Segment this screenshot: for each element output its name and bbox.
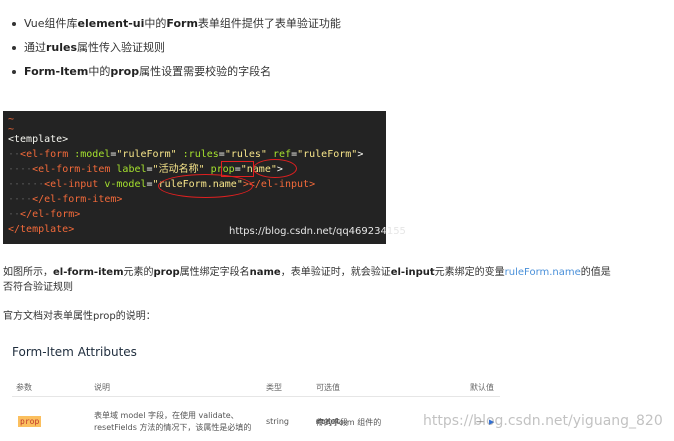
header-type: 类型: [266, 383, 282, 392]
variable-link[interactable]: ruleForm.name: [505, 267, 581, 278]
code-line: ····</el-form-item>: [8, 194, 123, 205]
code-block: ~ ~ <template> ··<el-form :model="ruleFo…: [3, 111, 406, 244]
list-item: Form-Item中的prop属性设置需要校验的字段名: [8, 60, 341, 84]
table-header: 参数 说明 类型 可选值 默认值: [12, 378, 500, 397]
header-param: 参数: [16, 383, 32, 392]
annotation-oval: [158, 174, 253, 198]
attributes-title: Form-Item Attributes: [12, 345, 137, 359]
summary-list: Vue组件库element-ui中的Form表单组件提供了表单验证功能 通过ru…: [8, 12, 341, 84]
annotation-oval: [253, 159, 297, 178]
watermark: https://blog.csdn.net/yiguang_820: [423, 413, 663, 429]
code-line: <template>: [8, 134, 69, 145]
code-line: </template>: [8, 224, 75, 235]
header-desc: 说明: [94, 383, 110, 392]
watermark: https://blog.csdn.net/qq469234155: [229, 226, 406, 237]
desc-cell: 表单域 model 字段，在使用 validate、resetFields 方法…: [94, 411, 252, 432]
code-line: ··</el-form>: [8, 209, 81, 220]
code-line: ··<el-form :model="ruleForm" :rules="rul…: [8, 149, 364, 160]
list-item: 通过rules属性传入验证规则: [8, 36, 341, 60]
explanation-paragraph: 如图所示，el-form-item元素的prop属性绑定字段名name，表单验证…: [3, 267, 611, 293]
type-cell: string: [266, 417, 289, 426]
param-cell: prop: [18, 416, 42, 427]
list-item: Vue组件库element-ui中的Form表单组件提供了表单验证功能: [8, 12, 341, 36]
header-options: 可选值: [316, 383, 340, 392]
header-default: 默认值: [470, 383, 494, 392]
intro-text: 官方文档对表单属性prop的说明：: [3, 311, 156, 322]
